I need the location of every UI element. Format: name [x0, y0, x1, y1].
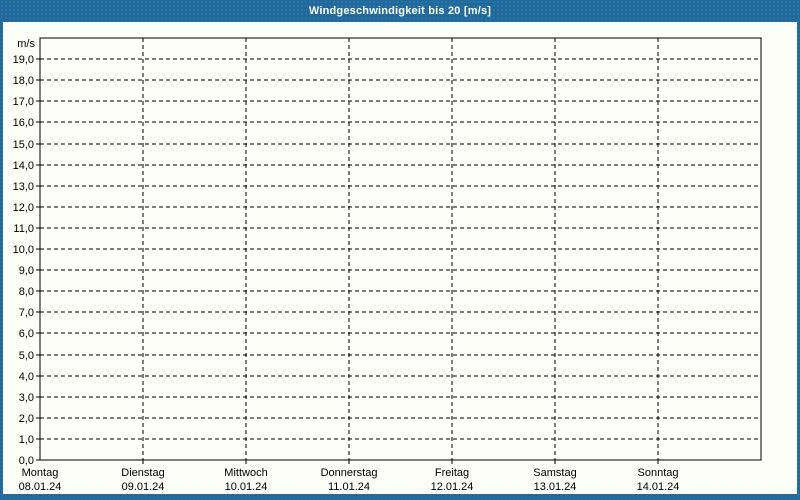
x-date-label: 09.01.24: [122, 481, 165, 493]
y-tick-label: 15,0: [13, 139, 34, 151]
y-tick-label: 16,0: [13, 117, 34, 129]
x-date-label: 08.01.24: [19, 481, 62, 493]
x-weekday-label: Sonntag: [638, 467, 679, 479]
y-tick-label: 9,0: [19, 265, 34, 277]
y-tick-label: 18,0: [13, 75, 34, 87]
x-date-label: 11.01.24: [328, 481, 370, 493]
chart-svg: 19,0 18,0 17,0 16,0 15,0 14,0 13,0 12,0 11,0 10,0…: [13, 37, 762, 493]
x-date-label: 14.01.24: [637, 481, 680, 493]
x-weekday-label: Dienstag: [121, 467, 164, 479]
y-tick-label: 14,0: [13, 160, 34, 172]
y-tick-label: 17,0: [13, 96, 34, 108]
y-tick-label: 1,0: [19, 434, 34, 446]
y-tick-label: 4,0: [19, 371, 34, 383]
x-weekday-label: Samstag: [533, 467, 576, 479]
x-date-label: 12.01.24: [431, 481, 474, 493]
wind-chart-window: Windgeschwindigkeit bis 20 [m/s] 19,0 18,…: [0, 0, 800, 500]
x-weekday-label: Mittwoch: [224, 467, 267, 479]
x-weekday-label: Montag: [22, 467, 59, 479]
x-weekday-label: Freitag: [435, 467, 469, 479]
x-date-label: 13.01.24: [534, 481, 577, 493]
y-tick-label: 11,0: [13, 223, 34, 235]
y-tick-label: 10,0: [13, 244, 34, 256]
y-tick-label: 5,0: [19, 350, 34, 362]
y-tick-label: 6,0: [19, 328, 34, 340]
y-tick-label: 0,0: [19, 455, 34, 467]
y-tick-label: 2,0: [19, 413, 34, 425]
y-tick-label: 12,0: [13, 202, 34, 214]
chart-panel: 19,0 18,0 17,0 16,0 15,0 14,0 13,0 12,0 11,0 10,0…: [3, 22, 797, 494]
y-axis-unit-label: m/s: [17, 38, 35, 50]
title-bar: Windgeschwindigkeit bis 20 [m/s]: [0, 0, 800, 22]
x-date-label: 10.01.24: [225, 481, 268, 493]
chart-title: Windgeschwindigkeit bis 20 [m/s]: [308, 5, 492, 17]
x-weekday-label: Donnerstag: [321, 467, 378, 479]
y-tick-label: 3,0: [19, 392, 34, 404]
y-tick-label: 8,0: [19, 286, 34, 298]
y-tick-label: 19,0: [13, 54, 34, 66]
y-tick-label: 7,0: [19, 307, 34, 319]
y-tick-label: 13,0: [13, 181, 34, 193]
